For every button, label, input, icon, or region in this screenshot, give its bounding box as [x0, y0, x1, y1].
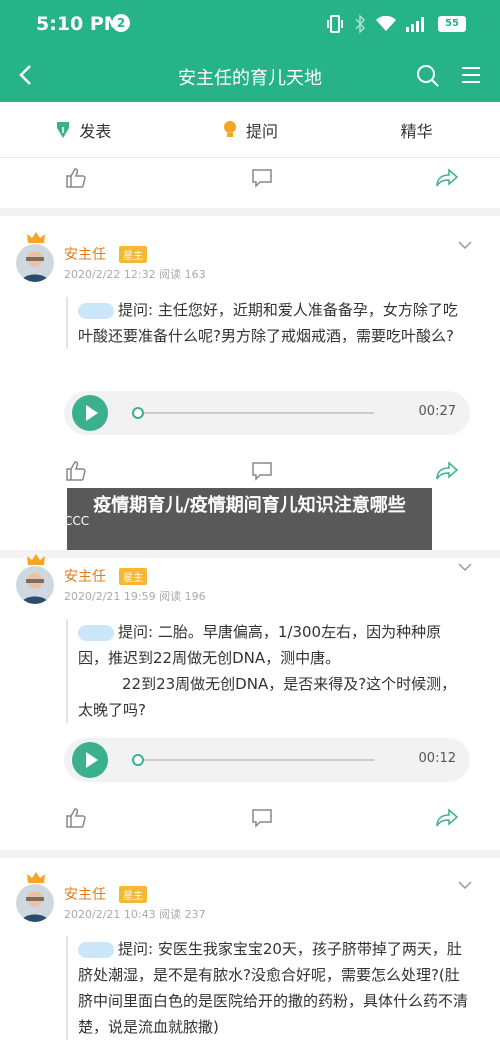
wifi-icon	[376, 16, 396, 31]
liked-by-user: CCC	[64, 514, 90, 528]
comment-icon[interactable]	[251, 807, 273, 829]
action-row	[0, 167, 500, 197]
status-icons: 55	[326, 14, 466, 34]
crown-icon	[27, 232, 45, 243]
notification-badge: 2	[112, 14, 130, 32]
like-icon[interactable]	[65, 460, 87, 482]
question-prefix: 提问:	[118, 623, 154, 641]
audio-track[interactable]	[134, 412, 374, 414]
avatar[interactable]	[16, 566, 54, 604]
tab-question-label: 提问	[246, 121, 279, 141]
owner-badge: 星主	[119, 568, 147, 585]
tab-publish-label: 发表	[79, 121, 112, 141]
owner-badge: 星主	[119, 886, 147, 903]
section-divider	[0, 208, 500, 216]
audio-knob[interactable]	[132, 754, 144, 766]
owner-badge: 星主	[119, 246, 147, 263]
section-divider	[0, 550, 500, 558]
share-icon[interactable]	[435, 807, 459, 829]
question-prefix: 提问:	[118, 940, 154, 958]
question-prefix: 提问:	[118, 301, 154, 319]
blurred-username	[78, 302, 114, 319]
article-title-overlay: 疫情期育儿/疫情期间育儿知识注意哪些	[67, 488, 432, 550]
app-bar: 安主任的育儿天地	[0, 50, 500, 102]
tab-question[interactable]: 提问	[167, 102, 334, 157]
action-row	[0, 460, 500, 490]
post-meta: 2020/2/22 12:32 阅读 163	[64, 268, 206, 281]
author-name[interactable]: 安主任	[64, 884, 106, 904]
audio-knob[interactable]	[132, 407, 144, 419]
action-row	[0, 807, 500, 837]
comment-icon[interactable]	[251, 167, 273, 189]
audio-player: 00:12	[64, 738, 470, 782]
lightbulb-icon	[224, 120, 236, 137]
audio-track[interactable]	[134, 759, 374, 761]
author-name[interactable]: 安主任	[64, 244, 106, 264]
blurred-username	[78, 624, 114, 641]
status-bar: 5:10 PM 2 55	[0, 0, 500, 50]
blurred-username	[78, 941, 114, 958]
avatar[interactable]	[16, 244, 54, 282]
tab-bar: 发表 提问 精华	[0, 102, 500, 158]
comment-icon[interactable]	[251, 460, 273, 482]
chevron-down-icon[interactable]	[458, 240, 472, 250]
question-text-continued: 22到23周做无创DNA，是否来得及?这个时候测，太晚了吗?	[78, 675, 457, 719]
play-button[interactable]	[72, 395, 108, 431]
status-time: 5:10 PM	[36, 13, 123, 35]
share-icon[interactable]	[435, 460, 459, 482]
pen-icon	[57, 121, 70, 138]
bluetooth-icon	[355, 14, 366, 34]
question-block: 提问: 主任您好，近期和爱人准备备孕，女方除了吃叶酸还要准备什么呢?男方除了戒烟…	[66, 297, 470, 349]
like-icon[interactable]	[65, 167, 87, 189]
author-name[interactable]: 安主任	[64, 566, 106, 586]
tab-featured-label: 精华	[400, 121, 433, 141]
like-icon[interactable]	[65, 807, 87, 829]
avatar[interactable]	[16, 884, 54, 922]
question-block: 提问: 安医生我家宝宝20天，孩子脐带掉了两天，肚脐处潮湿，是不是有脓水?没愈合…	[66, 936, 470, 1040]
crown-icon	[27, 554, 45, 565]
chevron-down-icon[interactable]	[458, 880, 472, 890]
audio-duration: 00:12	[418, 751, 456, 766]
chevron-down-icon[interactable]	[458, 562, 472, 572]
section-divider	[0, 850, 500, 858]
battery-icon: 55	[438, 16, 466, 32]
signal-icon	[406, 17, 424, 32]
audio-player: 00:27	[64, 391, 470, 435]
menu-icon[interactable]	[460, 64, 482, 86]
audio-duration: 00:27	[418, 404, 456, 419]
post-meta: 2020/2/21 10:43 阅读 237	[64, 908, 206, 921]
post-meta: 2020/2/21 19:59 阅读 196	[64, 590, 206, 603]
tab-publish[interactable]: 发表	[0, 102, 167, 157]
play-button[interactable]	[72, 742, 108, 778]
tab-featured[interactable]: 精华	[333, 102, 500, 157]
search-icon[interactable]	[416, 64, 440, 88]
share-icon[interactable]	[435, 167, 459, 189]
question-block: 提问: 二胎。早唐偏高，1/300左右，因为种种原因，推迟到22周做无创DNA，…	[66, 619, 470, 723]
vibrate-icon	[327, 15, 343, 33]
crown-icon	[27, 872, 45, 883]
